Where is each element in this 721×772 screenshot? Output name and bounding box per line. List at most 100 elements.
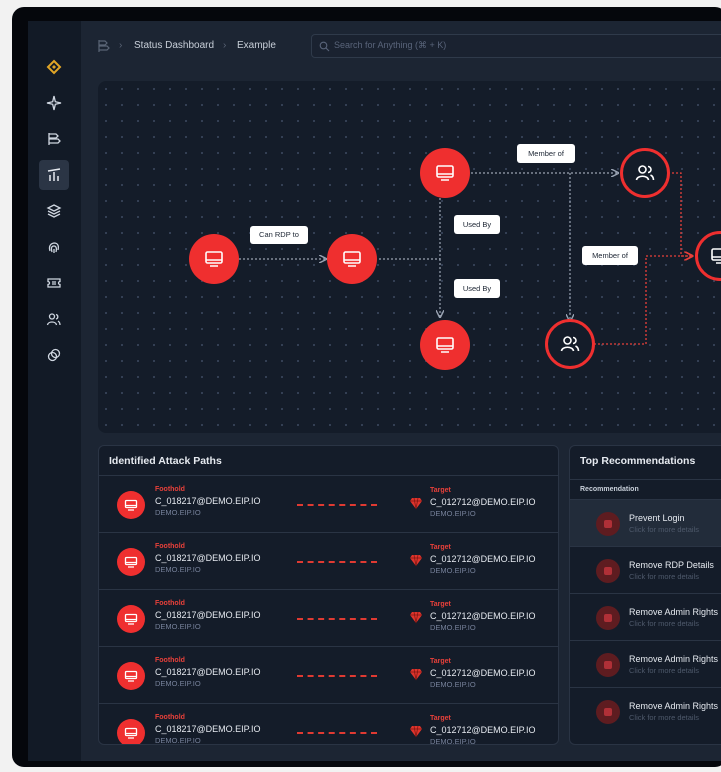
path-connector (297, 732, 377, 734)
monitor-icon (205, 251, 223, 267)
edge-label-used-by-1: Used By (454, 215, 500, 234)
recommendation-title: Remove Admin Rights (629, 654, 719, 664)
target-domain: DEMO.EIP.IO (430, 680, 476, 689)
foothold-label: Foothold (155, 543, 185, 550)
logo-icon[interactable] (39, 52, 69, 82)
node-computer-4[interactable] (420, 320, 470, 370)
target-label: Target (430, 715, 451, 722)
foothold-account: C_018217@DEMO.EIP.IO (155, 667, 261, 677)
gem-icon (410, 497, 422, 510)
gem-icon (410, 725, 422, 738)
node-computer-3[interactable] (420, 148, 470, 198)
attack-path-row[interactable]: Foothold C_018217@DEMO.EIP.IO DEMO.EIP.IO T… (99, 703, 558, 745)
foothold-domain: DEMO.EIP.IO (155, 622, 201, 631)
attack-path-row[interactable]: Foothold C_018217@DEMO.EIP.IO DEMO.EIP.IO T… (99, 589, 558, 646)
monitor-icon (117, 719, 145, 744)
users-icon (560, 336, 580, 352)
recommendation-row[interactable]: Remove Admin Rights Click for more detail… (570, 687, 721, 734)
sparkle-icon[interactable] (39, 88, 69, 118)
gem-icon (410, 554, 422, 567)
recommendation-icon (596, 700, 620, 724)
recommendations-column-header: Recommendation (570, 479, 721, 499)
edge-label-member-of-1: Member of (517, 144, 575, 163)
attack-paths-title: Identified Attack Paths (109, 455, 222, 467)
edge-label-can-rdp: Can RDP to (250, 226, 308, 244)
recommendation-title: Remove RDP Details (629, 560, 714, 570)
recommendations-panel: Top Recommendations Recommendation Preve… (569, 445, 721, 745)
target-label: Target (430, 544, 451, 551)
target-label: Target (430, 601, 451, 608)
monitor-icon (711, 248, 721, 264)
recommendation-icon (596, 512, 620, 536)
recommendation-icon (596, 653, 620, 677)
gem-icon (410, 611, 422, 624)
foothold-label: Foothold (155, 600, 185, 607)
flag-icon[interactable] (39, 124, 69, 154)
layers-icon[interactable] (39, 196, 69, 226)
edge-red-1[interactable] (668, 172, 692, 256)
foothold-account: C_018217@DEMO.EIP.IO (155, 496, 261, 506)
edge-label-member-of-2: Member of (582, 246, 638, 265)
breadcrumb-status-dashboard[interactable]: Status Dashboard (134, 40, 214, 51)
ticket-icon[interactable] (39, 268, 69, 298)
node-group-1[interactable] (620, 148, 670, 198)
top-bar: › Status Dashboard › Example Search for … (81, 21, 721, 71)
link-icon[interactable] (39, 340, 69, 370)
fingerprint-icon[interactable] (39, 232, 69, 262)
search-placeholder: Search for Anything (⌘ + K) (334, 40, 447, 50)
recommendation-row[interactable]: Remove Admin Rights Click for more detail… (570, 640, 721, 687)
breadcrumb-example[interactable]: Example (237, 40, 276, 51)
target-account: C_012712@DEMO.EIP.IO (430, 725, 536, 735)
target-label: Target (430, 658, 451, 665)
monitor-icon (117, 605, 145, 633)
recommendation-title: Prevent Login (629, 513, 685, 523)
gem-icon (410, 668, 422, 681)
users-icon[interactable] (39, 304, 69, 334)
attack-path-row[interactable]: Foothold C_018217@DEMO.EIP.IO DEMO.EIP.IO T… (99, 646, 558, 703)
monitor-icon (343, 251, 361, 267)
recommendation-row[interactable]: Prevent Login Click for more details (570, 499, 721, 546)
path-connector (297, 561, 377, 563)
foothold-domain: DEMO.EIP.IO (155, 679, 201, 688)
path-connector (297, 504, 377, 506)
recommendation-subtitle: Click for more details (629, 619, 700, 628)
monitor-icon (436, 165, 454, 181)
chart-icon[interactable] (39, 160, 69, 190)
foothold-domain: DEMO.EIP.IO (155, 736, 201, 745)
target-domain: DEMO.EIP.IO (430, 509, 476, 518)
recommendation-icon (596, 559, 620, 583)
attack-path-row[interactable]: Foothold C_018217@DEMO.EIP.IO DEMO.EIP.IO T… (99, 475, 558, 532)
attack-path-row[interactable]: Foothold C_018217@DEMO.EIP.IO DEMO.EIP.IO T… (99, 532, 558, 589)
search-input[interactable]: Search for Anything (⌘ + K) (311, 34, 721, 58)
attack-graph[interactable]: Can RDP to Member of Member of Used By U… (98, 81, 721, 433)
target-domain: DEMO.EIP.IO (430, 737, 476, 745)
edge-red-2[interactable] (594, 256, 692, 345)
monitor-icon (117, 662, 145, 690)
edge-label-used-by-2: Used By (454, 279, 500, 298)
target-account: C_012712@DEMO.EIP.IO (430, 554, 536, 564)
recommendation-row[interactable]: Remove Admin Rights Click for more detail… (570, 593, 721, 640)
monitor-icon (117, 548, 145, 576)
recommendation-subtitle: Click for more details (629, 525, 700, 534)
foothold-account: C_018217@DEMO.EIP.IO (155, 724, 261, 734)
target-domain: DEMO.EIP.IO (430, 566, 476, 575)
target-label: Target (430, 487, 451, 494)
path-connector (297, 675, 377, 677)
recommendation-icon (596, 606, 620, 630)
monitor-icon (436, 337, 454, 353)
recommendations-title: Top Recommendations (580, 455, 696, 467)
foothold-label: Foothold (155, 486, 185, 493)
target-account: C_012712@DEMO.EIP.IO (430, 497, 536, 507)
sidebar (28, 21, 81, 761)
node-computer-2[interactable] (327, 234, 377, 284)
node-computer-1[interactable] (189, 234, 239, 284)
node-group-2[interactable] (545, 319, 595, 369)
target-account: C_012712@DEMO.EIP.IO (430, 668, 536, 678)
target-account: C_012712@DEMO.EIP.IO (430, 611, 536, 621)
device-frame: › Status Dashboard › Example Search for … (12, 7, 721, 767)
column-header-label: Recommendation (580, 486, 639, 493)
foothold-account: C_018217@DEMO.EIP.IO (155, 610, 261, 620)
foothold-domain: DEMO.EIP.IO (155, 508, 201, 517)
recommendation-row[interactable]: Remove RDP Details Click for more details (570, 546, 721, 593)
users-icon (635, 165, 655, 181)
